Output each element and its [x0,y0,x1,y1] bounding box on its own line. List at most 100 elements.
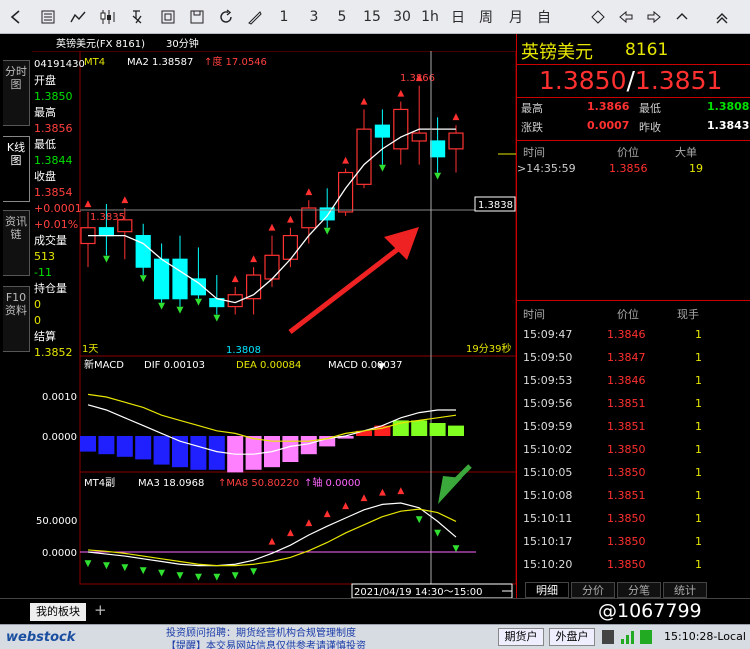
macd-bar [448,425,464,436]
info-value: 1.3850 [34,90,73,103]
tick-volume: 1 [695,420,702,433]
grid-icon[interactable] [156,3,180,30]
tab-news[interactable]: 资讯链 [3,210,30,276]
period-5[interactable]: 1h [418,3,442,30]
quote-tab[interactable]: 明细 [525,582,569,598]
ask-price: 1.3851 [634,66,723,95]
info-value: 1.3852 [34,346,73,359]
price-tag: 1.3838 [478,200,513,211]
tick-price: 1.3851 [607,397,646,410]
refresh-icon[interactable] [214,3,238,30]
chart-bg [32,34,516,598]
period-1[interactable]: 3 [302,3,326,30]
tab-f10[interactable]: F10资料 [3,286,30,352]
signal-arrow: ▲ [121,195,128,205]
sub-signal-arrow: ▼ [434,528,441,538]
period-7[interactable]: 周 [474,3,498,30]
futures-account-button[interactable]: 期货户 [498,628,544,646]
period-9[interactable]: 自 [532,3,556,30]
signal-arrow: ▲ [269,223,276,233]
list-icon[interactable] [36,3,60,30]
big-head-price: 价位 [617,146,639,159]
big-head-time: 时间 [523,146,545,159]
tick-time: 15:09:53 [523,374,573,387]
diamond-icon[interactable] [586,3,610,30]
tab-intraday[interactable]: 分时图 [3,60,30,126]
mt4sub-ma3: MA3 18.0968 [138,478,204,489]
watermark: @1067799 [598,600,702,622]
tick-time: 15:10:11 [523,512,573,525]
news-ticker-2[interactable]: 【提醒】本交易网站信息仅供参考请谨慎投资 [166,637,366,649]
candle-icon[interactable] [96,3,120,30]
line-chart-icon[interactable] [66,3,90,30]
quote-tab[interactable]: 分价 [571,582,615,598]
info-label: 收盘 [34,169,56,183]
info-label: 结算 [34,329,56,343]
bottom-bar: 我的板块 + @1067799 [0,598,750,624]
stat-label: 涨跌 [521,121,543,134]
signal-arrow: ▼ [195,298,202,308]
sub-signal-arrow: ▲ [305,518,312,528]
period-4[interactable]: 30 [390,3,414,30]
formula-icon[interactable] [126,3,150,30]
connection-icon [640,630,652,644]
tick-price: 1.3851 [607,489,646,502]
sub-signal-arrow: ▲ [287,528,294,538]
macd-bar [80,436,96,452]
tick-time: 15:09:50 [523,351,573,364]
sub-signal-arrow: ▲ [379,487,386,497]
info-label: 持仓量 [34,281,67,295]
arrow-right-icon[interactable] [642,3,666,30]
save-icon[interactable] [185,3,209,30]
macd-dea: DEA 0.00084 [236,360,301,371]
stat-value: 1.3808 [707,100,750,113]
macd-bar [411,420,428,436]
quote-tab[interactable]: 统计 [663,582,707,598]
zoom-out-icon[interactable] [710,3,734,30]
sub-signal-arrow: ▼ [213,573,220,583]
instrument-code: 8161 [625,40,669,60]
macd-value: MACD 0.00037 [328,360,403,371]
candle-body [301,207,317,229]
tick-volume: 1 [695,558,702,571]
tab-kline[interactable]: K线图 [3,136,30,202]
kline-chart[interactable]: 英镑美元(FX 8161) 30分钟 MT4 MA2 1.38587 ↑度 17.054… [32,34,516,598]
period-6[interactable]: 日 [446,3,470,30]
add-board-button[interactable]: + [94,601,107,619]
macd-bar [98,436,115,455]
sub-signal-arrow: ▲ [269,536,276,546]
zoom-in-icon[interactable] [670,3,694,30]
info-label: 最低 [34,138,56,151]
tick-volume: 1 [695,512,702,525]
back-icon[interactable] [4,3,28,30]
stat-value: 0.0007 [587,119,630,132]
mt4-values: MA2 1.38587 [127,57,193,68]
period-8[interactable]: 月 [504,3,528,30]
tick-time: 15:09:47 [523,328,573,341]
period-3[interactable]: 15 [360,3,384,30]
info-value: +0.01% [34,218,78,231]
signal-arrow: ▲ [361,96,368,106]
sub-signal-arrow: ▼ [250,567,257,577]
sub-signal-arrow: ▼ [195,573,202,583]
tick-time: 15:10:17 [523,535,573,548]
tick-price: 1.3850 [607,443,646,456]
sub-signal-arrow: ▲ [397,486,404,496]
bottom-left-label: 1天 [82,344,98,355]
info-value: 0 [34,314,41,327]
chart-period: 30分钟 [166,37,199,50]
period-0[interactable]: 1 [272,3,296,30]
foreign-account-button[interactable]: 外盘户 [549,628,595,646]
quote-tab[interactable]: 分笔 [617,582,661,598]
tick-price: 1.3846 [607,328,646,341]
draw-icon[interactable] [243,3,267,30]
period-2[interactable]: 5 [330,3,354,30]
tick-price: 1.3850 [607,512,646,525]
info-label: 最高 [34,105,56,119]
countdown: 19分39秒 [466,342,511,355]
tick-price: 1.3850 [607,558,646,571]
signal-arrow: ▲ [342,156,349,166]
info-label: 成交量 [34,233,67,247]
arrow-left-icon[interactable] [614,3,638,30]
tab-my-board[interactable]: 我的板块 [30,603,86,621]
